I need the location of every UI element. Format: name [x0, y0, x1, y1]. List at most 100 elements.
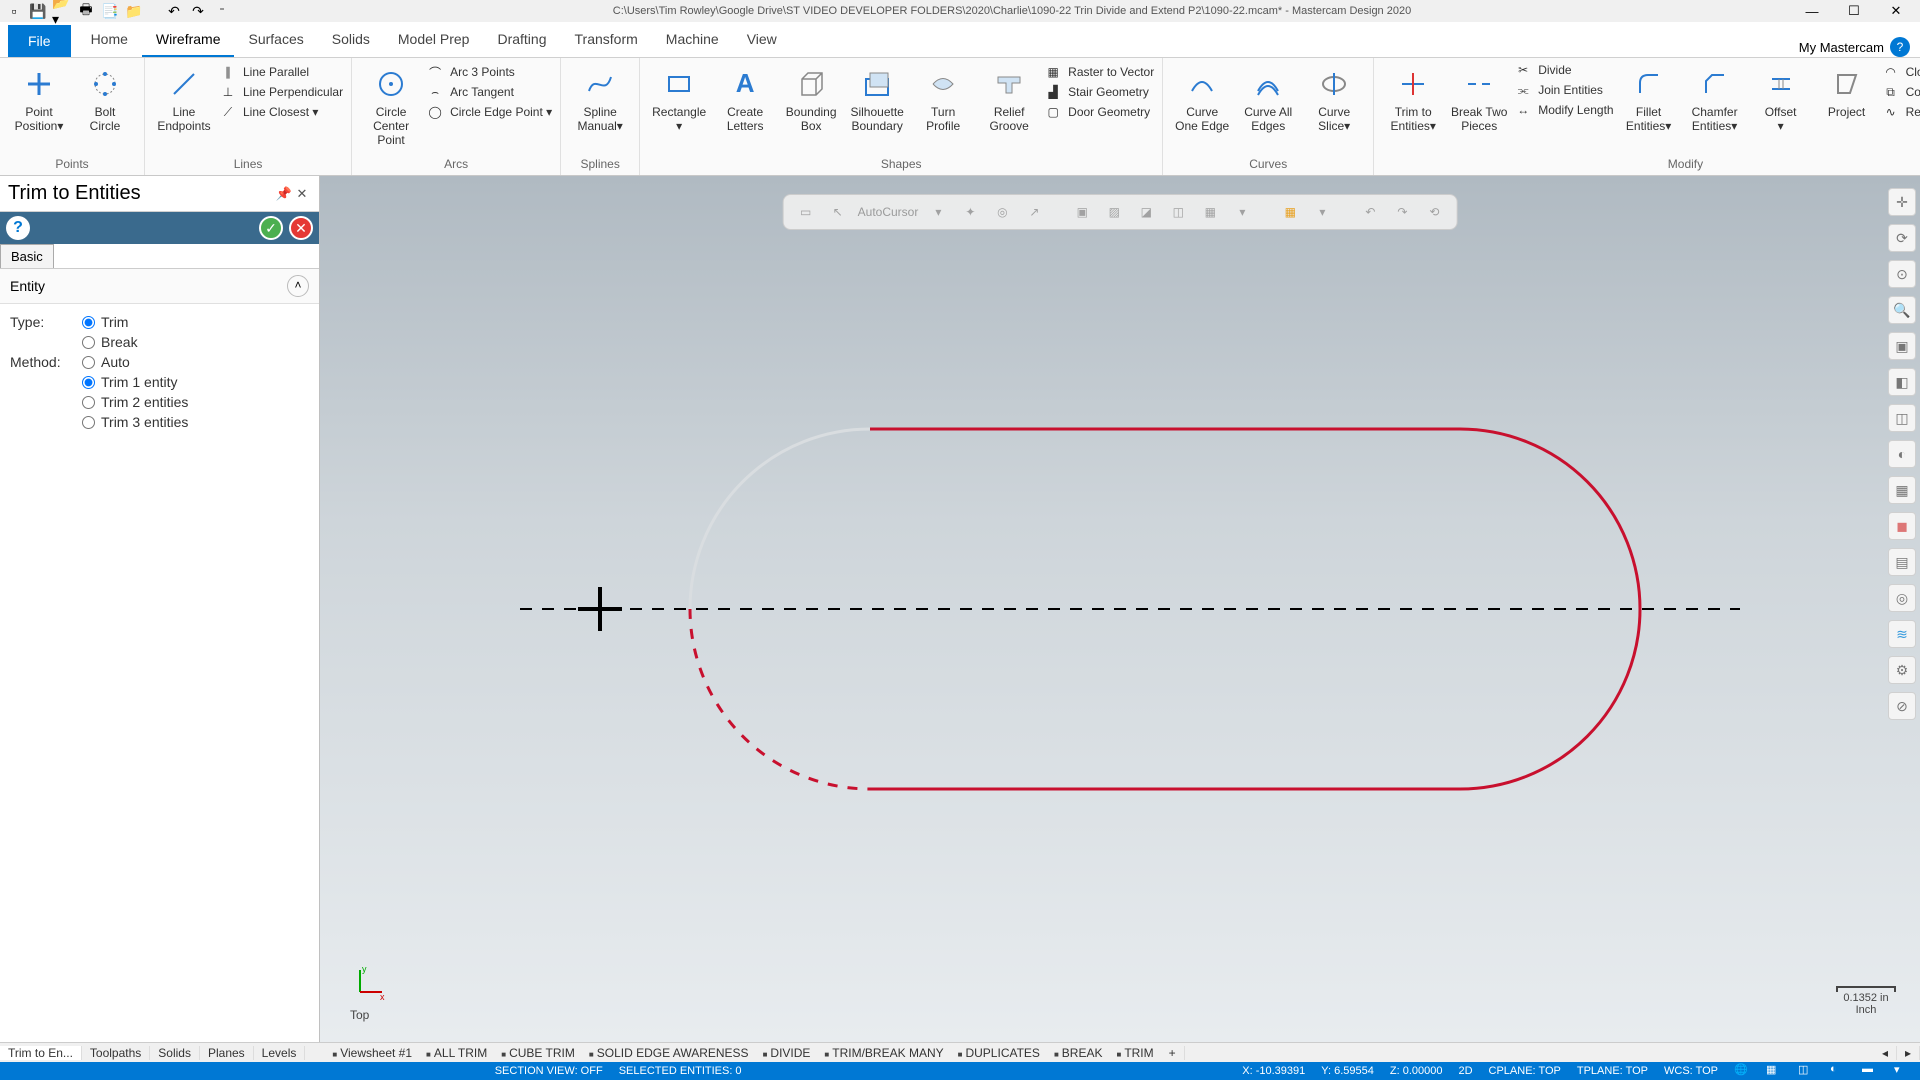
maximize-button[interactable]: ☐	[1834, 1, 1874, 21]
status-2d3d[interactable]: 2D	[1458, 1065, 1472, 1077]
circle-center-point-button[interactable]: CircleCenter Point	[360, 62, 422, 147]
bm-divide[interactable]: DIVIDE	[756, 1046, 818, 1060]
line-endpoints-button[interactable]: LineEndpoints	[153, 62, 215, 134]
status-tplane[interactable]: TPLANE: TOP	[1577, 1065, 1648, 1077]
status-cplane[interactable]: CPLANE: TOP	[1489, 1065, 1561, 1077]
open-icon[interactable]: 📂▾	[52, 2, 72, 20]
cancel-button[interactable]: ✕	[289, 216, 313, 240]
vt-zoom-icon[interactable]: 🔍	[1888, 296, 1916, 324]
status-wcs[interactable]: WCS: TOP	[1664, 1065, 1718, 1077]
spline-manual-button[interactable]: SplineManual▾	[569, 62, 631, 134]
trim-to-entities-button[interactable]: Trim toEntities▾	[1382, 62, 1444, 134]
my-mastercam-link[interactable]: My Mastercam	[1799, 40, 1884, 55]
panel-help-icon[interactable]: ?	[6, 216, 30, 240]
folder-icon[interactable]: 📁	[124, 2, 144, 20]
vt-fit-icon[interactable]: ⊙	[1888, 260, 1916, 288]
break-two-pieces-button[interactable]: Break TwoPieces	[1448, 62, 1510, 134]
join-entities-button[interactable]: ⫘Join Entities	[1514, 82, 1613, 98]
bm-cube-trim[interactable]: CUBE TRIM	[494, 1046, 582, 1060]
tab-transform[interactable]: Transform	[561, 23, 652, 57]
add-viewsheet-button[interactable]: +	[1161, 1046, 1185, 1060]
divide-button[interactable]: ✂Divide	[1514, 62, 1613, 78]
bolt-circle-button[interactable]: BoltCircle	[74, 62, 136, 134]
qat-more-icon[interactable]: ⁼	[212, 2, 232, 20]
status-wire-icon[interactable]: ◫	[1798, 1063, 1814, 1079]
undo-icon[interactable]: ↶	[164, 2, 184, 20]
vt-shade-icon[interactable]: ◐	[1888, 440, 1916, 468]
line-closest-button[interactable]: ⟋Line Closest ▾	[219, 104, 343, 120]
fillet-entities-button[interactable]: FilletEntities▾	[1618, 62, 1680, 134]
curve-slice-button[interactable]: CurveSlice▾	[1303, 62, 1365, 134]
modify-length-button[interactable]: ↔Modify Length	[1514, 102, 1613, 118]
lefttab-planes[interactable]: Planes	[200, 1046, 254, 1060]
vt-mat-icon[interactable]: ◼	[1888, 512, 1916, 540]
tab-wireframe[interactable]: Wireframe	[142, 23, 235, 57]
bm-all-trim[interactable]: ALL TRIM	[419, 1046, 494, 1060]
vt-layers-icon[interactable]: ≋	[1888, 620, 1916, 648]
redo-icon[interactable]: ↷	[188, 2, 208, 20]
curve-one-edge-button[interactable]: CurveOne Edge	[1171, 62, 1233, 134]
save-icon[interactable]: 💾	[28, 2, 48, 20]
create-letters-button[interactable]: ACreateLetters	[714, 62, 776, 134]
door-geometry-button[interactable]: ▢Door Geometry	[1044, 104, 1154, 120]
stair-geometry-button[interactable]: ▟Stair Geometry	[1044, 84, 1154, 100]
basic-tab[interactable]: Basic	[0, 244, 54, 268]
vt-section-icon[interactable]: ◫	[1888, 404, 1916, 432]
vt-settings-icon[interactable]: ⚙	[1888, 656, 1916, 684]
vt-wire-icon[interactable]: ▦	[1888, 476, 1916, 504]
type-trim-radio[interactable]: Trim	[82, 314, 138, 330]
vt-rotate-icon[interactable]: ⟳	[1888, 224, 1916, 252]
relief-groove-button[interactable]: ReliefGroove	[978, 62, 1040, 134]
turn-profile-button[interactable]: TurnProfile	[912, 62, 974, 134]
tab-solids[interactable]: Solids	[318, 23, 384, 57]
status-color-icon[interactable]: ▬	[1862, 1063, 1878, 1079]
line-perpendicular-button[interactable]: ⊥Line Perpendicular	[219, 84, 343, 100]
panel-close-icon[interactable]: ✕	[293, 186, 311, 202]
vt-none-icon[interactable]: ⊘	[1888, 692, 1916, 720]
status-section-view[interactable]: SECTION VIEW: OFF	[495, 1065, 603, 1077]
tab-machine[interactable]: Machine	[652, 23, 733, 57]
tab-view[interactable]: View	[733, 23, 791, 57]
collapse-icon[interactable]: ˄	[287, 275, 309, 297]
rectangle-button[interactable]: Rectangle▾	[648, 62, 710, 134]
status-grid-icon[interactable]: ▦	[1766, 1063, 1782, 1079]
saveall-icon[interactable]: 📑	[100, 2, 120, 20]
viewsheet-tab[interactable]: Viewsheet #1	[325, 1046, 419, 1060]
method-auto-radio[interactable]: Auto	[82, 354, 188, 370]
status-more-icon[interactable]: ▾	[1894, 1063, 1910, 1079]
method-trim3-radio[interactable]: Trim 3 entities	[82, 414, 188, 430]
offset-button[interactable]: Offset▾	[1750, 62, 1812, 134]
lefttab-solids[interactable]: Solids	[150, 1046, 200, 1060]
print-icon[interactable]: 🖶	[76, 2, 96, 20]
status-globe-icon[interactable]: 🌐	[1734, 1063, 1750, 1079]
bounding-box-button[interactable]: BoundingBox	[780, 62, 842, 134]
new-icon[interactable]: ▫	[4, 2, 24, 20]
vt-gnomon-icon[interactable]: ✛	[1888, 188, 1916, 216]
file-tab[interactable]: File	[8, 25, 71, 57]
method-trim2-radio[interactable]: Trim 2 entities	[82, 394, 188, 410]
graphics-viewport[interactable]: ▭ ↖ AutoCursor ▾ ✦ ◎ ↗ ▣ ▨ ◪ ◫ ▦ ▾ ▦ ▾ ↶…	[320, 176, 1920, 1042]
status-shade-icon[interactable]: ◐	[1830, 1063, 1846, 1079]
bm-break[interactable]: BREAK	[1047, 1046, 1110, 1060]
raster-to-vector-button[interactable]: ▦Raster to Vector	[1044, 64, 1154, 80]
bm-trim[interactable]: TRIM	[1109, 1046, 1160, 1060]
lefttab-levels[interactable]: Levels	[254, 1046, 306, 1060]
refit-spline-button[interactable]: ∿Refit Spline ▾	[1882, 104, 1920, 120]
tab-model-prep[interactable]: Model Prep	[384, 23, 484, 57]
lefttab-trim[interactable]: Trim to En...	[0, 1046, 82, 1060]
type-break-radio[interactable]: Break	[82, 334, 138, 350]
help-icon[interactable]: ?	[1890, 37, 1910, 57]
close-arc-button[interactable]: ◠Close Arc ▾	[1882, 64, 1920, 80]
ok-button[interactable]: ✓	[259, 216, 283, 240]
curve-all-edges-button[interactable]: Curve AllEdges	[1237, 62, 1299, 134]
vt-hidden-icon[interactable]: ◎	[1888, 584, 1916, 612]
silhouette-boundary-button[interactable]: SilhouetteBoundary	[846, 62, 908, 134]
vt-trans-icon[interactable]: ▤	[1888, 548, 1916, 576]
circle-edge-point-button[interactable]: ◯Circle Edge Point ▾	[426, 104, 552, 120]
pin-icon[interactable]: 📌	[275, 186, 293, 202]
project-button[interactable]: Project	[1816, 62, 1878, 120]
point-position-button[interactable]: PointPosition▾	[8, 62, 70, 134]
bm-trim-break[interactable]: TRIM/BREAK MANY	[817, 1046, 950, 1060]
lefttab-toolpaths[interactable]: Toolpaths	[82, 1046, 150, 1060]
close-button[interactable]: ✕	[1876, 1, 1916, 21]
